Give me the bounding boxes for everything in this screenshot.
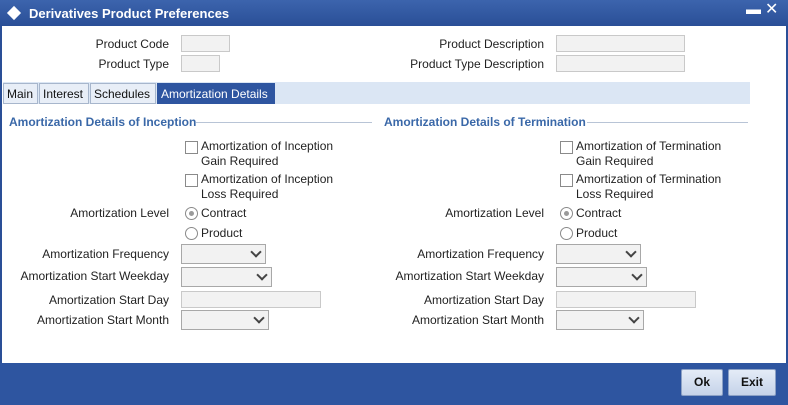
tab-schedules[interactable]: Schedules xyxy=(90,83,156,104)
termination-gain-label-line2: Gain Required xyxy=(576,154,654,168)
termination-level-product-radio[interactable] xyxy=(560,227,573,240)
termination-level-label: Amortization Level xyxy=(445,206,544,220)
app-diamond-icon xyxy=(6,5,22,21)
inception-level-product-label: Product xyxy=(201,226,243,240)
termination-loss-label: Amortization of Termination Loss Require… xyxy=(576,172,721,202)
inception-section-title: Amortization Details of Inception xyxy=(9,115,197,129)
inception-start-weekday-label: Amortization Start Weekday xyxy=(20,269,169,283)
termination-section-title: Amortization Details of Termination xyxy=(384,115,586,129)
termination-gain-checkbox[interactable] xyxy=(560,141,573,154)
exit-button[interactable]: Exit xyxy=(728,369,776,396)
inception-frequency-label: Amortization Frequency xyxy=(42,247,169,261)
termination-level-contract-radio[interactable] xyxy=(560,207,573,220)
chevron-down-icon xyxy=(631,269,643,281)
minimize-icon[interactable]: ▬ xyxy=(746,2,761,18)
termination-gain-label: Amortization of Termination Gain Require… xyxy=(576,139,721,169)
tab-strip: Main Interest Schedules Amortization Det… xyxy=(3,82,750,104)
inception-start-month-label: Amortization Start Month xyxy=(36,313,169,327)
product-description-field[interactable] xyxy=(556,35,685,52)
termination-start-day-label: Amortization Start Day xyxy=(423,293,544,307)
inception-section-divider xyxy=(196,122,372,123)
inception-start-day-label: Amortization Start Day xyxy=(48,293,169,307)
termination-loss-label-line1: Amortization of Termination xyxy=(576,172,722,186)
inception-level-contract-label: Contract xyxy=(201,206,247,220)
inception-start-day-field[interactable] xyxy=(181,291,321,308)
inception-gain-label: Amortization of Inception Gain Required xyxy=(201,139,333,169)
termination-start-weekday-select[interactable] xyxy=(556,267,647,287)
inception-gain-checkbox[interactable] xyxy=(185,141,198,154)
tab-amortization-details[interactable]: Amortization Details xyxy=(157,83,275,104)
product-code-label: Product Code xyxy=(95,37,169,51)
footer-bar xyxy=(0,363,788,405)
inception-loss-label: Amortization of Inception Loss Required xyxy=(201,172,333,202)
chevron-down-icon xyxy=(628,312,640,324)
close-icon[interactable]: ✕ xyxy=(765,2,778,18)
termination-start-month-label: Amortization Start Month xyxy=(411,313,544,327)
termination-start-day-field[interactable] xyxy=(556,291,696,308)
chevron-down-icon xyxy=(250,246,262,258)
inception-start-weekday-select[interactable] xyxy=(181,267,272,287)
termination-frequency-label: Amortization Frequency xyxy=(417,247,544,261)
tab-interest[interactable]: Interest xyxy=(39,83,89,104)
inception-loss-label-line1: Amortization of Inception xyxy=(201,172,334,186)
product-description-label: Product Description xyxy=(439,37,544,51)
termination-level-product-label: Product xyxy=(576,226,618,240)
termination-start-weekday-label: Amortization Start Weekday xyxy=(395,269,544,283)
ok-button[interactable]: Ok xyxy=(681,369,723,396)
inception-gain-label-line2: Gain Required xyxy=(201,154,279,168)
inception-start-month-select[interactable] xyxy=(181,310,269,330)
termination-loss-label-line2: Loss Required xyxy=(576,187,654,201)
window-title: Derivatives Product Preferences xyxy=(29,6,230,21)
chevron-down-icon xyxy=(625,246,637,258)
inception-level-contract-radio[interactable] xyxy=(185,207,198,220)
termination-loss-checkbox[interactable] xyxy=(560,174,573,187)
product-type-label: Product Type xyxy=(98,57,170,71)
product-code-field[interactable] xyxy=(181,35,230,52)
inception-level-product-radio[interactable] xyxy=(185,227,198,240)
inception-level-label: Amortization Level xyxy=(70,206,169,220)
termination-section-divider xyxy=(587,122,748,123)
chevron-down-icon xyxy=(256,269,268,281)
chevron-down-icon xyxy=(253,312,265,324)
product-type-description-field[interactable] xyxy=(556,55,685,72)
termination-gain-label-line1: Amortization of Termination xyxy=(576,139,722,153)
inception-frequency-select[interactable] xyxy=(181,244,266,264)
window-titlebar: Derivatives Product Preferences ▬ ✕ xyxy=(0,0,788,26)
inception-loss-label-line2: Loss Required xyxy=(201,187,279,201)
product-type-description-label: Product Type Description xyxy=(410,57,544,71)
product-type-field[interactable] xyxy=(181,55,220,72)
inception-gain-label-line1: Amortization of Inception xyxy=(201,139,334,153)
inception-loss-checkbox[interactable] xyxy=(185,174,198,187)
termination-level-contract-label: Contract xyxy=(576,206,622,220)
tab-main[interactable]: Main xyxy=(3,83,38,104)
termination-frequency-select[interactable] xyxy=(556,244,641,264)
termination-start-month-select[interactable] xyxy=(556,310,644,330)
